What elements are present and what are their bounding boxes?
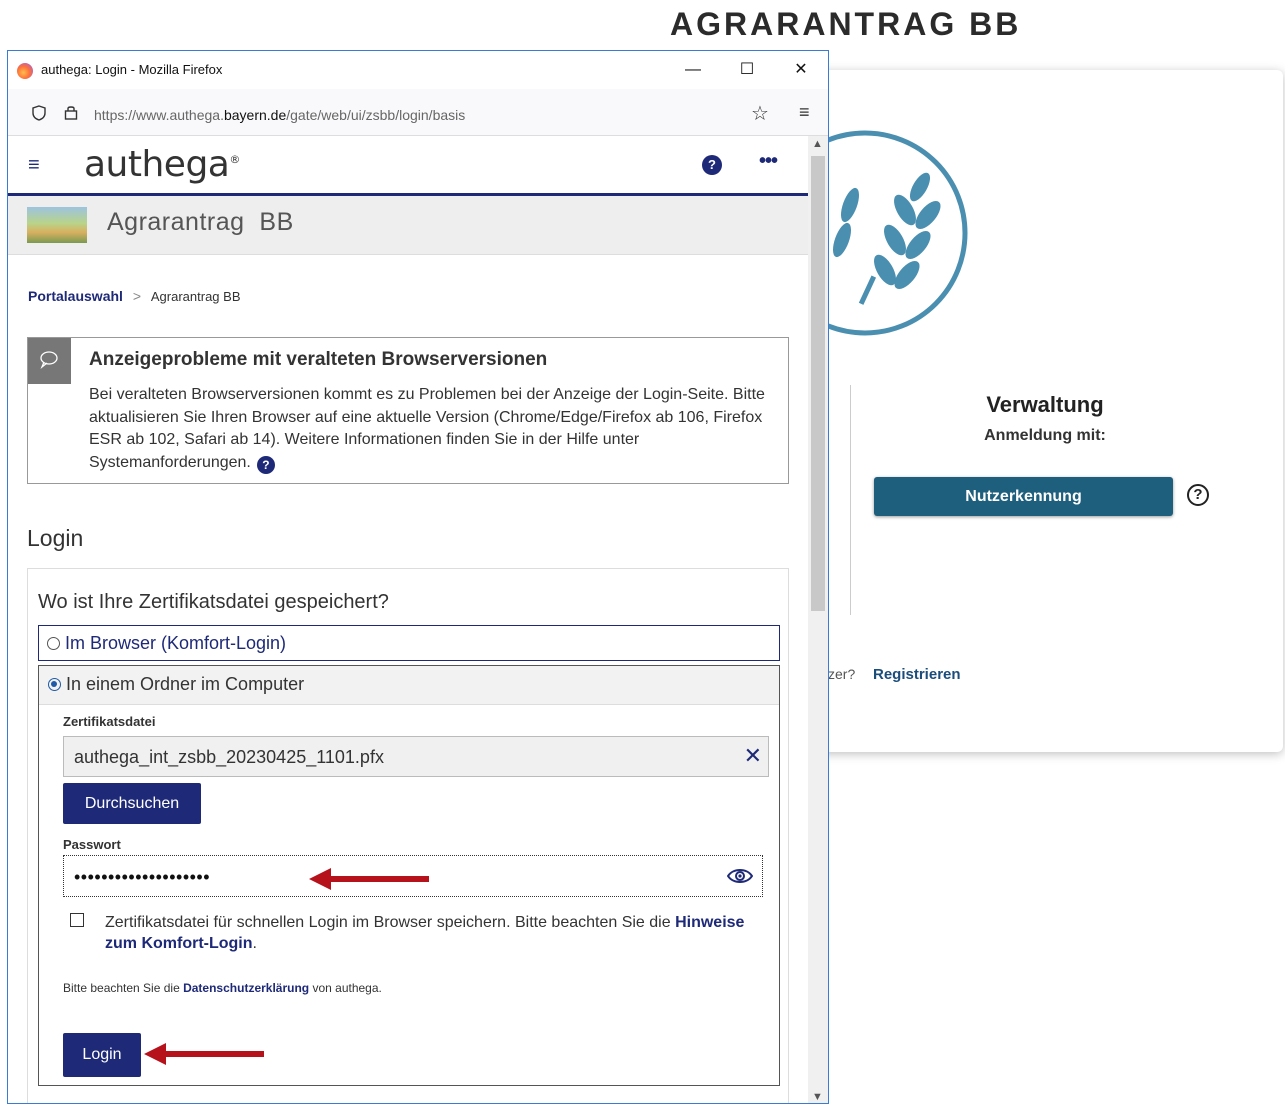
lock-icon[interactable] [64,104,78,120]
scrollbar[interactable]: ▲ ▼ [808,136,828,1103]
more-options-icon[interactable]: ••• [759,150,778,173]
option-browser-label[interactable]: Im Browser (Komfort-Login) [47,633,286,654]
radio-unselected-icon[interactable] [47,637,60,650]
notice-body: Bei veralteten Browserversionen kommt es… [89,386,765,474]
notice-title: Anzeigeprobleme mit veralteten Browserve… [89,349,548,370]
checkbox-text: Zertifikatsdatei für schnellen Login im … [105,914,745,952]
hamburger-menu-icon[interactable]: ≡ [28,154,40,177]
option-folder-label[interactable]: In einem Ordner im Computer [48,674,304,695]
shield-icon[interactable] [32,105,46,121]
help-icon[interactable]: ? [702,155,722,175]
breadcrumb-separator: > [132,288,141,304]
help-icon[interactable]: ? [256,455,275,474]
url-bar[interactable]: https://www.authega.bayern.de/gate/web/u… [16,93,810,129]
title-bar: authega: Login - Mozilla Firefox — ☐ ✕ [8,51,828,89]
register-link[interactable]: Registrieren [873,666,961,683]
login-heading: Login [27,525,84,551]
maximize-button[interactable]: ☐ [727,57,767,83]
portal-header: Agrarantrag BB [8,196,808,255]
url-text[interactable]: https://www.authega.bayern.de/gate/web/u… [94,107,465,123]
cert-label: Zertifikatsdatei [63,714,156,729]
login-button[interactable]: Login [63,1033,141,1077]
app-header: ≡ authega® ? ••• [8,136,808,196]
page-title: AGRARANTRAG BB [670,6,1022,42]
login-panel: Wo ist Ihre Zertifikatsdatei gespeichert… [27,568,789,1103]
scroll-up-icon[interactable]: ▲ [812,138,823,150]
option-browser[interactable]: Im Browser (Komfort-Login) [38,625,780,661]
browse-button[interactable]: Durchsuchen [63,783,201,824]
card-divider [850,385,851,615]
privacy-note: Bitte beachten Sie die Datenschutzerklär… [63,981,382,995]
firefox-window: authega: Login - Mozilla Firefox — ☐ ✕ h… [7,50,829,1104]
card-heading: Verwaltung [986,392,1104,417]
window-title: authega: Login - Mozilla Firefox [41,62,223,77]
nutzerkennung-button[interactable]: Nutzerkennung [874,477,1173,516]
portal-image [27,207,87,243]
authega-logo: authega® [84,144,240,185]
register-prefix: zer? [828,666,856,682]
close-button[interactable]: ✕ [781,57,821,83]
minimize-button[interactable]: — [673,57,713,83]
radio-selected-icon[interactable] [48,678,61,691]
scroll-thumb[interactable] [811,156,825,611]
breadcrumb-portalauswahl[interactable]: Portalauswahl [28,288,123,304]
annotation-arrow-password [309,868,429,890]
clear-icon[interactable]: ✕ [744,743,762,769]
password-label: Passwort [63,837,121,852]
card-subheading: Anmeldung mit: [984,427,1106,444]
help-icon[interactable]: ? [1187,484,1209,506]
password-value: •••••••••••••••••••• [74,867,211,887]
bookmark-star-icon[interactable]: ☆ [751,101,769,126]
browser-notice: Anzeigeprobleme mit veralteten Browserve… [27,337,789,484]
cert-file-value: authega_int_zsbb_20230425_1101.pfx [74,747,384,767]
annotation-arrow-login [144,1043,264,1065]
save-in-browser-checkbox[interactable] [70,913,84,927]
certificate-question: Wo ist Ihre Zertifikatsdatei gespeichert… [38,591,389,613]
menu-icon[interactable]: ≡ [799,102,810,123]
speech-bubble-icon [28,338,71,384]
page-viewport: ≡ authega® ? ••• Agrarantrag BB Portalau… [8,136,808,1103]
nav-bar: https://www.authega.bayern.de/gate/web/u… [8,89,828,136]
eye-icon[interactable] [727,867,753,885]
cert-file-input[interactable]: authega_int_zsbb_20230425_1101.pfx ✕ [63,736,769,777]
scroll-down-icon[interactable]: ▼ [812,1091,823,1103]
firefox-logo-icon [17,63,33,79]
breadcrumb: Portalauswahl > Agrarantrag BB [28,288,241,304]
privacy-link[interactable]: Datenschutzerklärung [183,981,309,995]
option-folder-header[interactable]: In einem Ordner im Computer [39,666,779,705]
portal-name: Agrarantrag BB [107,208,294,236]
breadcrumb-current: Agrarantrag BB [150,289,241,304]
